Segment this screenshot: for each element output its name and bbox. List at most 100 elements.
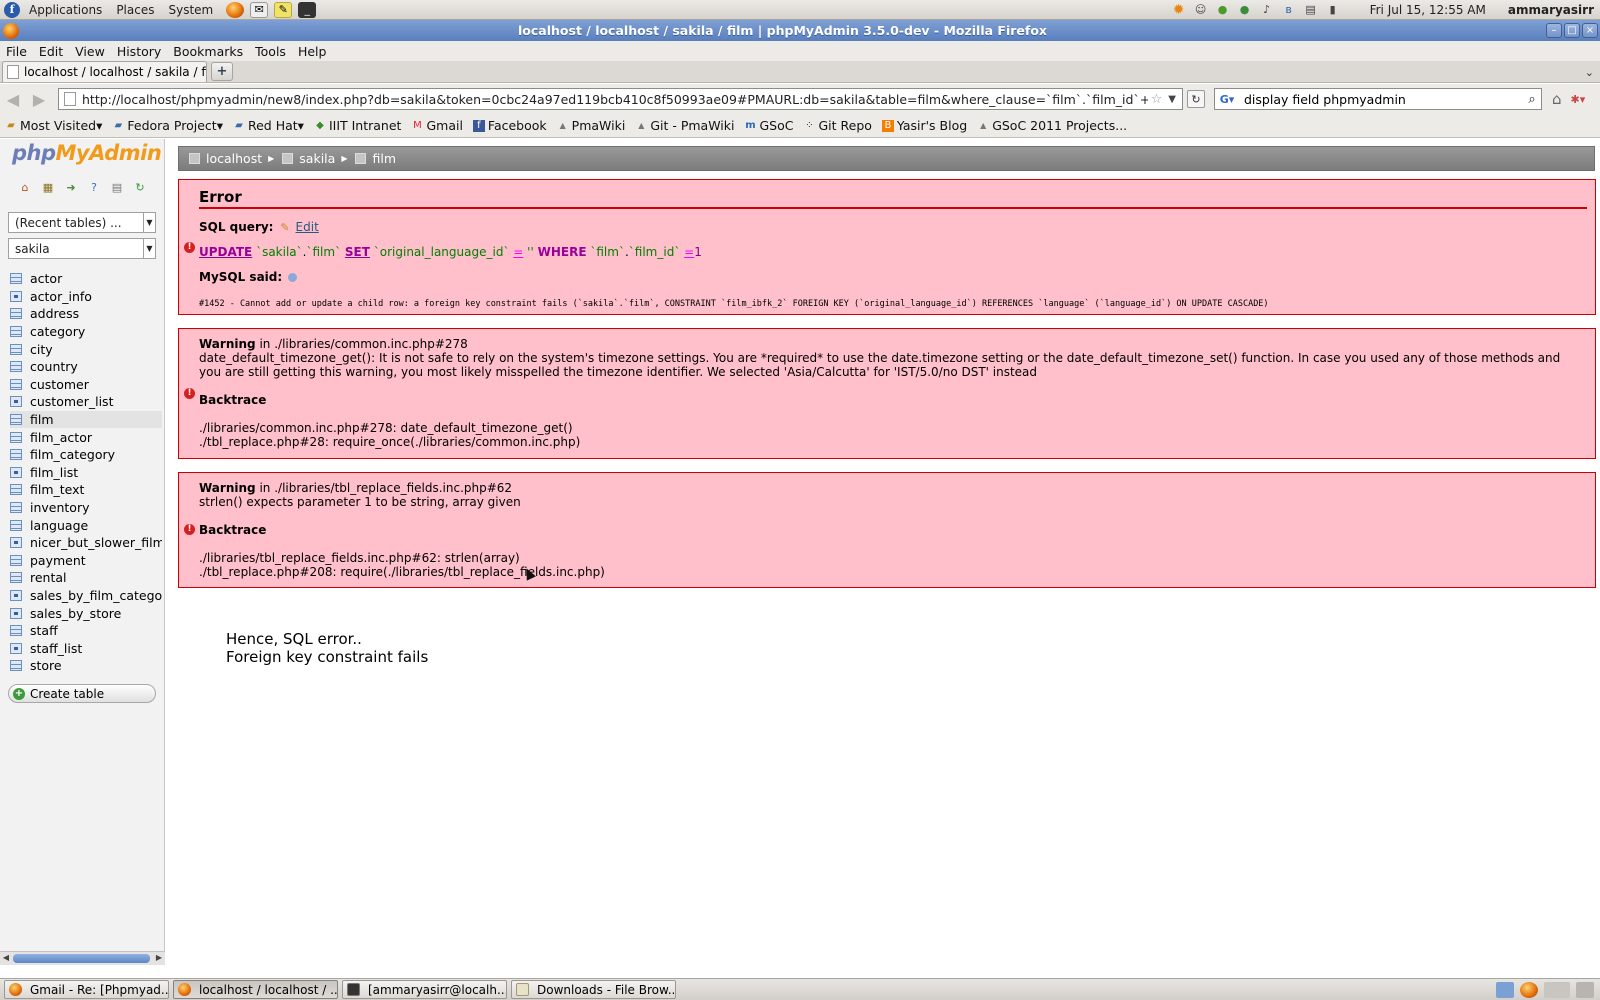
url-text[interactable]: http://localhost/phpmyadmin/new8/index.p… [82, 92, 1148, 107]
table-icon[interactable] [10, 431, 22, 443]
maximize-button[interactable]: □ [1564, 23, 1580, 38]
workspace-switcher-icon[interactable] [1496, 981, 1514, 998]
sidebar-table-city[interactable]: city [10, 340, 162, 358]
sidebar-table-label[interactable]: category [30, 324, 85, 339]
sidebar-table-rental[interactable]: rental [10, 569, 162, 587]
sidebar-table-label[interactable]: staff_list [30, 641, 82, 656]
sidebar-table-label[interactable]: sales_by_film_category [30, 588, 162, 603]
workspace-icon[interactable] [1544, 981, 1570, 998]
sidebar-table-label[interactable]: inventory [30, 500, 90, 515]
sidebar-table-sales-by-store[interactable]: sales_by_store [10, 604, 162, 622]
bookmark-star-icon[interactable]: ☆ [1151, 92, 1163, 107]
view-icon[interactable] [10, 589, 22, 601]
table-icon[interactable] [10, 343, 22, 355]
breadcrumb-table[interactable]: film [372, 151, 396, 166]
menu-bookmarks[interactable]: Bookmarks [167, 44, 249, 59]
sidebar-table-label[interactable]: film_list [30, 465, 78, 480]
sidebar-table-staff-list[interactable]: staff_list [10, 639, 162, 657]
sidebar-table-language[interactable]: language [10, 516, 162, 534]
view-icon[interactable] [10, 466, 22, 478]
panel-user[interactable]: ammaryasirr [1508, 3, 1594, 17]
tab-phpmyadmin[interactable]: localhost / localhost / sakila / fil... [2, 61, 207, 82]
url-bar[interactable]: http://localhost/phpmyadmin/new8/index.p… [58, 88, 1183, 110]
sidebar-table-country[interactable]: country [10, 358, 162, 376]
sidebar-table-film[interactable]: film [10, 410, 162, 429]
trash-icon[interactable] [1576, 981, 1594, 998]
places-menu[interactable]: Places [109, 3, 161, 17]
sidebar-table-label[interactable]: customer_list [30, 394, 113, 409]
sidebar-table-label[interactable]: country [30, 359, 78, 374]
search-input[interactable]: display field phpmyadmin [1239, 92, 1523, 107]
search-icon[interactable]: ⌕ [1523, 92, 1541, 107]
view-icon[interactable] [10, 396, 22, 408]
terminal-launcher-icon[interactable]: _ [298, 1, 317, 18]
sidebar-table-label[interactable]: film_category [30, 447, 115, 462]
firefox-window-icon[interactable] [3, 22, 19, 39]
reload-navigation-icon[interactable]: ↻ [133, 181, 147, 195]
sidebar-table-staff[interactable]: staff [10, 622, 162, 640]
bookmark-red-hat[interactable]: ▰ Red Hat ▾ [228, 118, 309, 133]
taskbar-item-file-browser[interactable]: Downloads - File Brow... [511, 980, 676, 999]
table-icon[interactable] [10, 660, 22, 672]
view-icon[interactable] [10, 607, 22, 619]
sidebar-table-actor[interactable]: actor [10, 270, 162, 288]
bookmark-pmawiki[interactable]: ▲ PmaWiki [552, 118, 631, 133]
network-icon[interactable]: ● [1215, 2, 1231, 18]
forward-arrow-icon[interactable]: ▶ [26, 90, 52, 109]
sidebar-table-label[interactable]: actor_info [30, 289, 92, 304]
sidebar-table-store[interactable]: store [10, 657, 162, 675]
applications-menu[interactable]: Applications [22, 3, 109, 17]
display-icon[interactable]: ▤ [1303, 2, 1319, 18]
table-icon[interactable] [10, 554, 22, 566]
sidebar-table-label[interactable]: language [30, 518, 88, 533]
bookmark-most-visited[interactable]: ▰ Most Visited ▾ [0, 118, 107, 133]
table-icon[interactable] [10, 326, 22, 338]
battery-icon[interactable]: ▮ [1325, 2, 1341, 18]
table-icon[interactable] [10, 361, 22, 373]
table-icon[interactable] [10, 273, 22, 285]
sidebar-table-payment[interactable]: payment [10, 552, 162, 570]
system-menu[interactable]: System [161, 3, 220, 17]
sidebar-table-actor-info[interactable]: actor_info [10, 288, 162, 306]
sidebar-table-label[interactable]: film_actor [30, 430, 92, 445]
volume-icon[interactable]: ♪ [1259, 2, 1275, 18]
sidebar-table-film-category[interactable]: film_category [10, 446, 162, 464]
database-select[interactable]: sakila ▼ [8, 238, 156, 259]
mail-launcher-icon[interactable]: ✉ [250, 1, 269, 18]
sidebar-table-category[interactable]: category [10, 323, 162, 341]
bookmark-git-repo[interactable]: ⁘ Git Repo [798, 118, 876, 133]
recent-tables-select[interactable]: (Recent tables) ... ▼ [8, 212, 156, 233]
table-icon[interactable] [10, 378, 22, 390]
view-icon[interactable] [10, 537, 22, 549]
taskbar-item-phpmyadmin[interactable]: localhost / localhost / ... [173, 980, 338, 999]
back-arrow-icon[interactable]: ◀ [0, 90, 26, 109]
menu-history[interactable]: History [111, 44, 167, 59]
scroll-right-icon[interactable]: ▶ [153, 953, 165, 964]
status-icon[interactable]: ● [1237, 2, 1253, 18]
messenger-icon[interactable]: ☺ [1193, 2, 1209, 18]
sidebar-table-label[interactable]: rental [30, 570, 67, 585]
tab-list-chevron-icon[interactable]: ⌄ [1585, 66, 1594, 79]
menu-file[interactable]: File [0, 44, 33, 59]
reload-icon[interactable]: ↻ [1187, 90, 1205, 108]
sidebar-table-film-actor[interactable]: film_actor [10, 428, 162, 446]
taskbar-item-gmail[interactable]: Gmail - Re: [Phpmyad... [4, 980, 169, 999]
menu-tools[interactable]: Tools [249, 44, 292, 59]
google-engine-icon[interactable]: G▾ [1215, 93, 1239, 106]
scrollbar-thumb[interactable] [13, 954, 150, 963]
sidebar-table-film-text[interactable]: film_text [10, 481, 162, 499]
table-icon[interactable] [10, 625, 22, 637]
sidebar-table-label[interactable]: staff [30, 623, 58, 638]
close-window-button[interactable]: × [1582, 23, 1598, 38]
bluetooth-icon[interactable]: ʙ [1281, 2, 1297, 18]
sidebar-table-label[interactable]: sales_by_store [30, 606, 121, 621]
help-icon[interactable]: ? [87, 181, 101, 195]
scroll-left-icon[interactable]: ◀ [0, 953, 12, 964]
sidebar-table-label[interactable]: payment [30, 553, 86, 568]
new-tab-button[interactable]: + [211, 62, 233, 81]
url-history-dropdown-icon[interactable]: ▼ [1168, 94, 1176, 105]
menu-view[interactable]: View [69, 44, 111, 59]
phpmyadmin-logo[interactable]: phpMyAdmin [12, 141, 162, 165]
sidebar-table-label[interactable]: customer [30, 377, 89, 392]
table-icon[interactable] [10, 449, 22, 461]
